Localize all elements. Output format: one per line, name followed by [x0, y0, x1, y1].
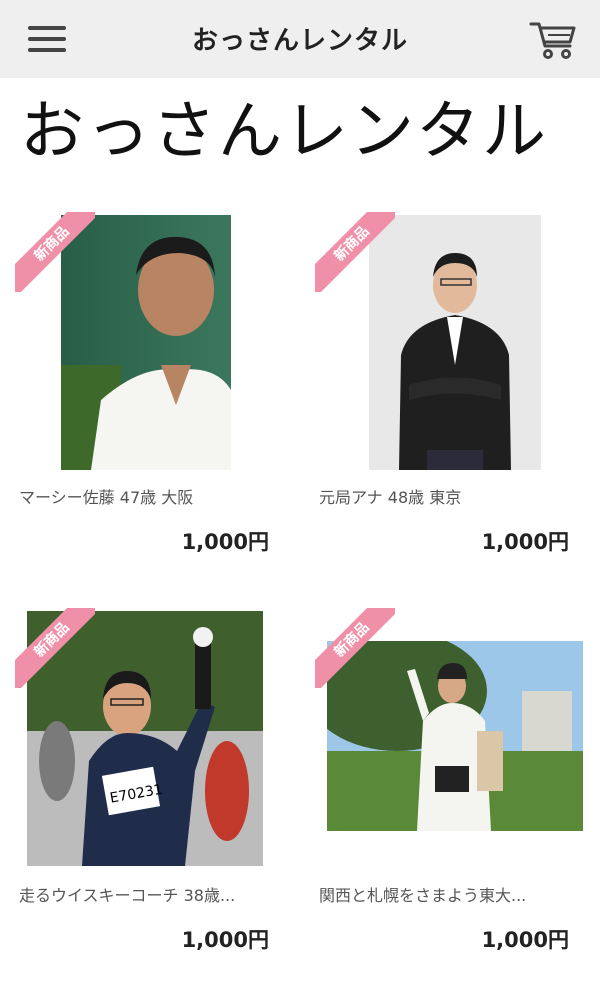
product-card[interactable]: 新商品 マーシー佐藤 47歳 大阪 1,000円 — [15, 212, 285, 554]
product-name[interactable]: 走るウイスキーコーチ 38歳... — [19, 882, 281, 906]
product-name[interactable]: 元局アナ 48歳 東京 — [319, 484, 581, 508]
product-price: 1,000円 — [481, 928, 569, 952]
new-product-badge: 新商品 — [315, 608, 395, 688]
product-name[interactable]: 関西と札幌をさまよう東大... — [319, 882, 581, 906]
page-title: おっさんレンタル — [20, 95, 548, 169]
header-title: おっさんレンタル — [191, 26, 408, 56]
product-card[interactable]: 新商品 元局アナ 48歳 東京 1,000円 — [315, 212, 585, 554]
product-price: 1,000円 — [481, 530, 569, 554]
product-card[interactable]: 新商品 関西と札幌をさまよう東大... 1,000円 — [315, 608, 585, 952]
new-product-badge: 新商品 — [15, 608, 95, 688]
shopping-cart-icon[interactable] — [528, 18, 578, 60]
product-name[interactable]: マーシー佐藤 47歳 大阪 — [19, 484, 281, 508]
new-product-badge: 新商品 — [15, 212, 95, 292]
product-price: 1,000円 — [181, 928, 269, 952]
new-product-badge: 新商品 — [315, 212, 395, 292]
product-price: 1,000円 — [181, 530, 269, 554]
product-card[interactable]: E70231 新商品 走るウイスキーコーチ 38歳... 1,000円 — [15, 608, 285, 952]
top-bar: おっさんレンタル — [0, 0, 600, 78]
